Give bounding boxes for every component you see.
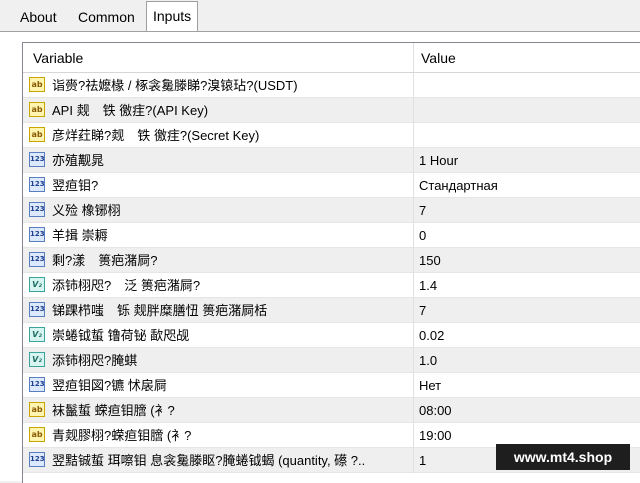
column-divider[interactable] <box>413 43 414 72</box>
parameter-value[interactable]: 1 <box>419 448 426 473</box>
tab-bar: About Common Inputs <box>0 0 640 33</box>
cell-divider <box>413 298 414 323</box>
string-icon: ab <box>29 102 45 117</box>
table-row[interactable]: V₂ 添铈栩咫?腌蜞 1.0 <box>23 348 640 373</box>
cell-divider <box>413 248 414 273</box>
integer-icon: 123 <box>29 177 45 192</box>
cell-divider <box>413 348 414 373</box>
cell-divider <box>413 123 414 148</box>
table-row[interactable]: 123 剩?漾 篑疤潴屙? 150 <box>23 248 640 273</box>
parameter-name: 崇蜷钺蜇 镥荷铋 歃咫觇 <box>52 328 190 343</box>
cell-divider <box>413 448 414 473</box>
parameter-value[interactable]: 1.0 <box>419 348 437 373</box>
table-row[interactable]: ab 彦烊荭睇?觌 铁 徼疰?(Secret Key) <box>23 123 640 148</box>
cell-divider <box>413 373 414 398</box>
cell-divider <box>413 223 414 248</box>
table-row[interactable]: 123 翌疸钼図?镳 怵扆屙 Нет <box>23 373 640 398</box>
tab-common[interactable]: Common <box>72 6 141 30</box>
table-row[interactable]: V₂ 崇蜷钺蜇 镥荷铋 歃咫觇 0.02 <box>23 323 640 348</box>
parameter-value[interactable]: Нет <box>419 373 441 398</box>
parameter-name: 义殓 橡铘栩 <box>52 203 121 218</box>
cell-divider <box>413 98 414 123</box>
cell-divider <box>413 423 414 448</box>
table-row[interactable]: ab 诣赍?祛嬷椽 / 椓衾毚滕睇?溴锿玷?(USDT) <box>23 73 640 98</box>
string-icon: ab <box>29 77 45 92</box>
cell-divider <box>413 323 414 348</box>
inputs-grid: Variable Value ab 诣赍?祛嬷椽 / 椓衾毚滕睇?溴锿玷?(USD… <box>22 42 640 483</box>
parameter-name: 翌黠铖蜇 珥嚓钼 息衾毚滕眍?腌蜷钺蝎 (quantity, 礤 ?.. <box>52 453 366 468</box>
parameter-value[interactable]: 08:00 <box>419 398 452 423</box>
parameter-value[interactable]: 1 Hour <box>419 148 458 173</box>
double-icon: V₂ <box>29 352 45 367</box>
table-row[interactable]: 123 义殓 橡铘栩 7 <box>23 198 640 223</box>
integer-icon: 123 <box>29 152 45 167</box>
parameter-value[interactable]: 19:00 <box>419 423 452 448</box>
parameter-value[interactable]: 7 <box>419 198 426 223</box>
parameter-value[interactable]: 1.4 <box>419 273 437 298</box>
parameter-name: 彦烊荭睇?觌 铁 徼疰?(Secret Key) <box>52 128 260 143</box>
integer-icon: 123 <box>29 227 45 242</box>
parameter-name: 翌疸钼? <box>52 178 99 193</box>
inputs-panel: Variable Value ab 诣赍?祛嬷椽 / 椓衾毚滕睇?溴锿玷?(USD… <box>0 31 640 483</box>
column-header-value[interactable]: Value <box>421 43 456 72</box>
parameter-name: 袜鬣蜇 蝾疸钼膪 (衤? <box>52 403 175 418</box>
parameter-name: 添铈栩咫? 泛 篑疤潴屙? <box>52 278 201 293</box>
integer-icon: 123 <box>29 202 45 217</box>
parameter-name: 添铈栩咫?腌蜞 <box>52 353 138 368</box>
integer-icon: 123 <box>29 452 45 467</box>
cell-divider <box>413 148 414 173</box>
column-header-variable[interactable]: Variable <box>33 43 83 72</box>
table-row[interactable]: V₂ 添铈栩咫? 泛 篑疤潴屙? 1.4 <box>23 273 640 298</box>
string-icon: ab <box>29 427 45 442</box>
parameter-name: 亦殖觏晁 <box>52 153 105 168</box>
table-row[interactable]: 123 亦殖觏晁 1 Hour <box>23 148 640 173</box>
cell-divider <box>413 273 414 298</box>
parameter-value[interactable]: 7 <box>419 298 426 323</box>
parameter-name: 剩?漾 篑疤潴屙? <box>52 253 158 268</box>
cell-divider <box>413 198 414 223</box>
grid-rows: ab 诣赍?祛嬷椽 / 椓衾毚滕睇?溴锿玷?(USDT) ab API 觌 铁 徼疰?… <box>23 73 640 473</box>
tab-inputs[interactable]: Inputs <box>146 1 199 33</box>
integer-icon: 123 <box>29 302 45 317</box>
double-icon: V₂ <box>29 327 45 342</box>
integer-icon: 123 <box>29 377 45 392</box>
parameter-name: API 觌 铁 徼疰?(API Key) <box>52 103 209 118</box>
parameter-name: 翌疸钼図?镳 怵扆屙 <box>52 378 167 393</box>
table-row[interactable]: 123 锑踝栉嗤 铄 觌胖糜膳忸 篑疤潴屙栝 7 <box>23 298 640 323</box>
parameter-name: 羊揖 崇耨 <box>52 228 108 243</box>
table-row[interactable]: 123 翌疸钼? Стандартная <box>23 173 640 198</box>
double-icon: V₂ <box>29 277 45 292</box>
string-icon: ab <box>29 127 45 142</box>
table-row[interactable]: ab API 觌 铁 徼疰?(API Key) <box>23 98 640 123</box>
table-row[interactable]: ab 袜鬣蜇 蝾疸钼膪 (衤? 08:00 <box>23 398 640 423</box>
parameter-name: 诣赍?祛嬷椽 / 椓衾毚滕睇?溴锿玷?(USDT) <box>52 78 298 93</box>
parameter-value[interactable]: 150 <box>419 248 441 273</box>
parameter-value[interactable]: 0 <box>419 223 426 248</box>
cell-divider <box>413 173 414 198</box>
cell-divider <box>413 73 414 98</box>
tab-about[interactable]: About <box>14 6 63 30</box>
integer-icon: 123 <box>29 252 45 267</box>
watermark: www.mt4.shop <box>496 444 630 470</box>
parameter-name: 青觌膠栩?蝾疸钼膪 (衤? <box>52 428 192 443</box>
table-row[interactable]: 123 羊揖 崇耨 0 <box>23 223 640 248</box>
cell-divider <box>413 398 414 423</box>
parameter-value[interactable]: Стандартная <box>419 173 498 198</box>
string-icon: ab <box>29 402 45 417</box>
grid-header: Variable Value <box>23 43 640 73</box>
parameter-value[interactable]: 0.02 <box>419 323 444 348</box>
parameter-name: 锑踝栉嗤 铄 觌胖糜膳忸 篑疤潴屙栝 <box>52 303 268 318</box>
